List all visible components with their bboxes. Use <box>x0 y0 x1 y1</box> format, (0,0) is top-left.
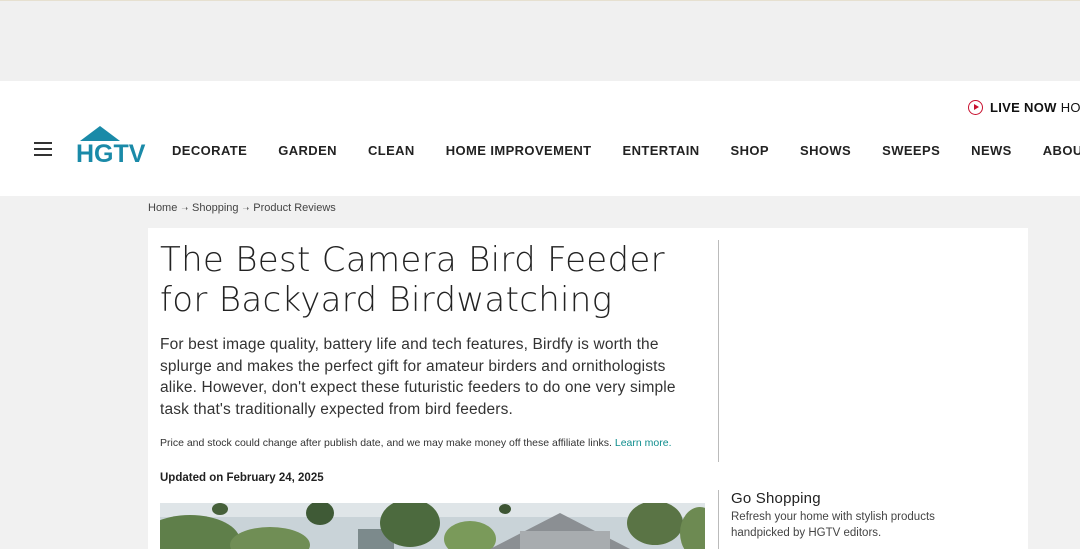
title-line-1: The Best Camera Bird Feeder <box>160 240 665 280</box>
title-line-2: for Backyard Birdwatching <box>160 280 613 320</box>
breadcrumb-arrow-icon: ➝ <box>242 204 250 213</box>
go-shopping-widget[interactable]: Go Shopping Refresh your home with styli… <box>718 490 1031 549</box>
content-area: The Best Camera Bird Feeder for Backyard… <box>148 228 1028 549</box>
nav-sweeps[interactable]: SWEEPS <box>882 143 940 158</box>
hamburger-menu-icon[interactable] <box>34 142 52 156</box>
nav-clean[interactable]: CLEAN <box>368 143 415 158</box>
logo-text: HGTV <box>76 140 146 164</box>
disclosure-text: Price and stock could change after publi… <box>160 437 612 449</box>
learn-more-link[interactable]: Learn more. <box>615 437 672 449</box>
breadcrumb-home[interactable]: Home <box>148 202 177 214</box>
page-title: The Best Camera Bird Feeder for Backyard… <box>160 240 707 320</box>
nav-about[interactable]: ABOUT <box>1043 143 1080 158</box>
live-now-extra: HO <box>1060 100 1080 115</box>
breadcrumb-product-reviews[interactable]: Product Reviews <box>253 202 336 214</box>
affiliate-disclosure: Price and stock could change after publi… <box>160 436 707 451</box>
nav-entertain[interactable]: ENTERTAIN <box>623 143 700 158</box>
live-now-label: LIVE NOW <box>990 100 1057 115</box>
go-shopping-title: Go Shopping <box>731 490 821 507</box>
main-nav: DECORATE GARDEN CLEAN HOME IMPROVEMENT E… <box>172 143 1080 158</box>
ad-banner-area <box>0 0 1080 81</box>
article-header: The Best Camera Bird Feeder for Backyard… <box>160 228 707 484</box>
nav-news[interactable]: NEWS <box>971 143 1012 158</box>
nav-shop[interactable]: SHOP <box>731 143 769 158</box>
column-divider <box>718 240 719 462</box>
breadcrumb-shopping[interactable]: Shopping <box>192 202 239 214</box>
hero-image[interactable] <box>160 503 705 549</box>
hgtv-logo[interactable]: HGTV <box>76 126 148 164</box>
nav-decorate[interactable]: DECORATE <box>172 143 247 158</box>
nav-home-improvement[interactable]: HOME IMPROVEMENT <box>446 143 592 158</box>
breadcrumb: Home ➝ Shopping ➝ Product Reviews <box>148 202 336 214</box>
nav-shows[interactable]: SHOWS <box>800 143 851 158</box>
go-shopping-subtitle: Refresh your home with stylish products … <box>731 511 935 539</box>
play-circle-icon <box>968 100 983 115</box>
live-now-link[interactable]: LIVE NOW HO <box>968 100 1080 115</box>
nav-garden[interactable]: GARDEN <box>278 143 337 158</box>
site-header: LIVE NOW HO HGTV DECORATE GARDEN CLEAN H… <box>0 81 1080 196</box>
updated-date: Updated on February 24, 2025 <box>160 471 324 484</box>
article-dek: For best image quality, battery life and… <box>160 336 676 418</box>
breadcrumb-arrow-icon: ➝ <box>181 204 189 213</box>
